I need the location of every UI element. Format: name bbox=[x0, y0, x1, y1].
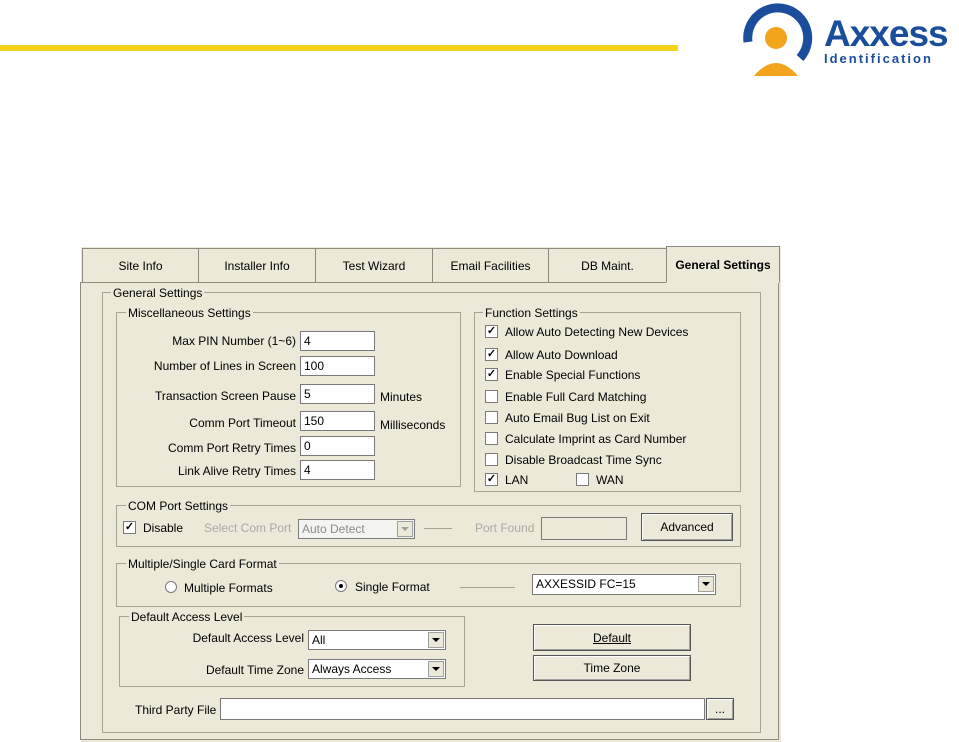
single-format-label: Single Format bbox=[355, 580, 430, 594]
function-checkbox[interactable] bbox=[485, 411, 498, 424]
function-checkbox-label: Enable Special Functions bbox=[505, 368, 641, 382]
header-accent-line bbox=[0, 45, 678, 51]
alive-input[interactable]: 4 bbox=[300, 460, 375, 480]
disable-check-mark: ✓ bbox=[124, 521, 135, 533]
lan-label: LAN bbox=[505, 473, 529, 487]
pause-unit: Minutes bbox=[380, 390, 423, 404]
timeout-label: Comm Port Timeout bbox=[189, 416, 296, 430]
chevron-down-icon[interactable] bbox=[397, 521, 413, 537]
wan-checkbox[interactable] bbox=[576, 473, 589, 486]
max-pin-input[interactable]: 4 bbox=[300, 331, 375, 351]
time-zone-select[interactable]: Always Access bbox=[308, 659, 446, 679]
multiple-formats-label: Multiple Formats bbox=[184, 581, 273, 595]
com-port-title: COM Port Settings bbox=[126, 499, 231, 513]
lan-checkbox[interactable]: ✓ bbox=[485, 473, 498, 486]
function-checkbox[interactable]: ✓ bbox=[485, 368, 498, 381]
card-format-value: AXXESSID FC=15 bbox=[536, 577, 636, 591]
tab-site-info[interactable]: Site Info bbox=[82, 248, 199, 282]
wan-label: WAN bbox=[596, 473, 624, 487]
tab-label: General Settings bbox=[675, 257, 771, 272]
disable-label: Disable bbox=[143, 521, 184, 535]
function-checkbox[interactable]: ✓ bbox=[485, 348, 498, 361]
default-button-label: Default bbox=[592, 630, 632, 645]
time-zone-button[interactable]: Time Zone bbox=[533, 655, 691, 681]
tab-test-wizard[interactable]: Test Wizard bbox=[315, 248, 433, 282]
check-mark: ✓ bbox=[486, 348, 497, 360]
com-port-select[interactable]: Auto Detect bbox=[298, 519, 415, 539]
max-pin-label: Max PIN Number (1~6) bbox=[172, 334, 296, 348]
brand-name: Axxess bbox=[824, 13, 949, 54]
retry-label: Comm Port Retry Times bbox=[167, 441, 296, 455]
chevron-down-icon[interactable] bbox=[428, 661, 444, 677]
com-port-select-value: Auto Detect bbox=[302, 522, 365, 536]
tab-label: DB Maint. bbox=[581, 258, 634, 273]
retry-input[interactable]: 0 bbox=[300, 436, 375, 456]
tab-label: Email Facilities bbox=[450, 258, 531, 273]
tab-label: Installer Info bbox=[224, 258, 290, 273]
card-format-title: Multiple/Single Card Format bbox=[126, 557, 279, 571]
tab-label: Test Wizard bbox=[342, 258, 406, 273]
tab-label: Site Info bbox=[118, 258, 163, 273]
tab-installer-info[interactable]: Installer Info bbox=[198, 248, 316, 282]
function-checkbox-label: Allow Auto Download bbox=[505, 348, 618, 362]
port-found-label: Port Found bbox=[475, 521, 535, 535]
pause-input[interactable]: 5 bbox=[300, 384, 375, 404]
access-level-value: All bbox=[312, 633, 326, 647]
advanced-button[interactable]: Advanced bbox=[641, 513, 733, 541]
format-separator bbox=[460, 587, 515, 588]
function-checkbox-label: Enable Full Card Matching bbox=[505, 390, 647, 404]
pause-label: Transaction Screen Pause bbox=[155, 389, 296, 403]
card-format-select[interactable]: AXXESSID FC=15 bbox=[532, 574, 716, 595]
default-access-level-label: Default Access Level bbox=[192, 631, 304, 645]
radio-selected-dot bbox=[339, 584, 343, 588]
third-party-file-input[interactable] bbox=[220, 698, 705, 720]
function-checkbox-label: Allow Auto Detecting New Devices bbox=[505, 325, 689, 339]
tab-email-facilities[interactable]: Email Facilities bbox=[432, 248, 549, 282]
function-checkbox[interactable]: ✓ bbox=[485, 325, 498, 338]
select-com-port-label: Select Com Port bbox=[204, 521, 292, 535]
function-checkbox[interactable] bbox=[485, 390, 498, 403]
lan-check-mark: ✓ bbox=[486, 473, 497, 485]
lines-input[interactable]: 100 bbox=[300, 356, 375, 376]
default-button[interactable]: Default bbox=[533, 624, 691, 651]
function-checkbox-label: Calculate Imprint as Card Number bbox=[505, 432, 687, 446]
lines-label: Number of Lines in Screen bbox=[153, 359, 296, 373]
single-format-radio[interactable] bbox=[335, 580, 347, 592]
tab-general-settings[interactable]: General Settings bbox=[666, 246, 780, 283]
function-settings-title: Function Settings bbox=[483, 306, 580, 320]
disable-checkbox[interactable]: ✓ bbox=[123, 521, 136, 534]
browse-button[interactable]: ... bbox=[706, 698, 734, 720]
chevron-down-icon[interactable] bbox=[428, 632, 444, 648]
check-mark: ✓ bbox=[486, 325, 497, 337]
alive-label: Link Alive Retry Times bbox=[177, 464, 296, 478]
misc-settings-title: Miscellaneous Settings bbox=[126, 306, 253, 320]
time-zone-value: Always Access bbox=[312, 662, 392, 676]
tab-strip-line bbox=[80, 282, 666, 283]
general-settings-title: General Settings bbox=[111, 286, 205, 300]
access-level-select[interactable]: All bbox=[308, 630, 446, 650]
function-checkbox[interactable] bbox=[485, 453, 498, 466]
chevron-down-icon[interactable] bbox=[698, 576, 714, 592]
brand-tagline: Identification bbox=[824, 51, 933, 66]
port-found-field bbox=[541, 517, 627, 540]
function-checkbox[interactable] bbox=[485, 432, 498, 445]
axxess-logo-icon bbox=[738, 0, 818, 80]
com-separator bbox=[424, 528, 452, 529]
function-checkbox-label: Disable Broadcast Time Sync bbox=[505, 453, 662, 467]
third-party-file-label: Third Party File bbox=[135, 703, 217, 717]
timeout-input[interactable]: 150 bbox=[300, 411, 375, 431]
timeout-unit: Milliseconds bbox=[380, 418, 446, 432]
tab-db-maint[interactable]: DB Maint. bbox=[548, 248, 667, 282]
function-checkbox-label: Auto Email Bug List on Exit bbox=[505, 411, 650, 425]
check-mark: ✓ bbox=[486, 368, 497, 380]
default-time-zone-label: Default Time Zone bbox=[205, 663, 304, 677]
multiple-formats-radio[interactable] bbox=[165, 581, 177, 593]
access-level-title: Default Access Level bbox=[129, 610, 245, 624]
